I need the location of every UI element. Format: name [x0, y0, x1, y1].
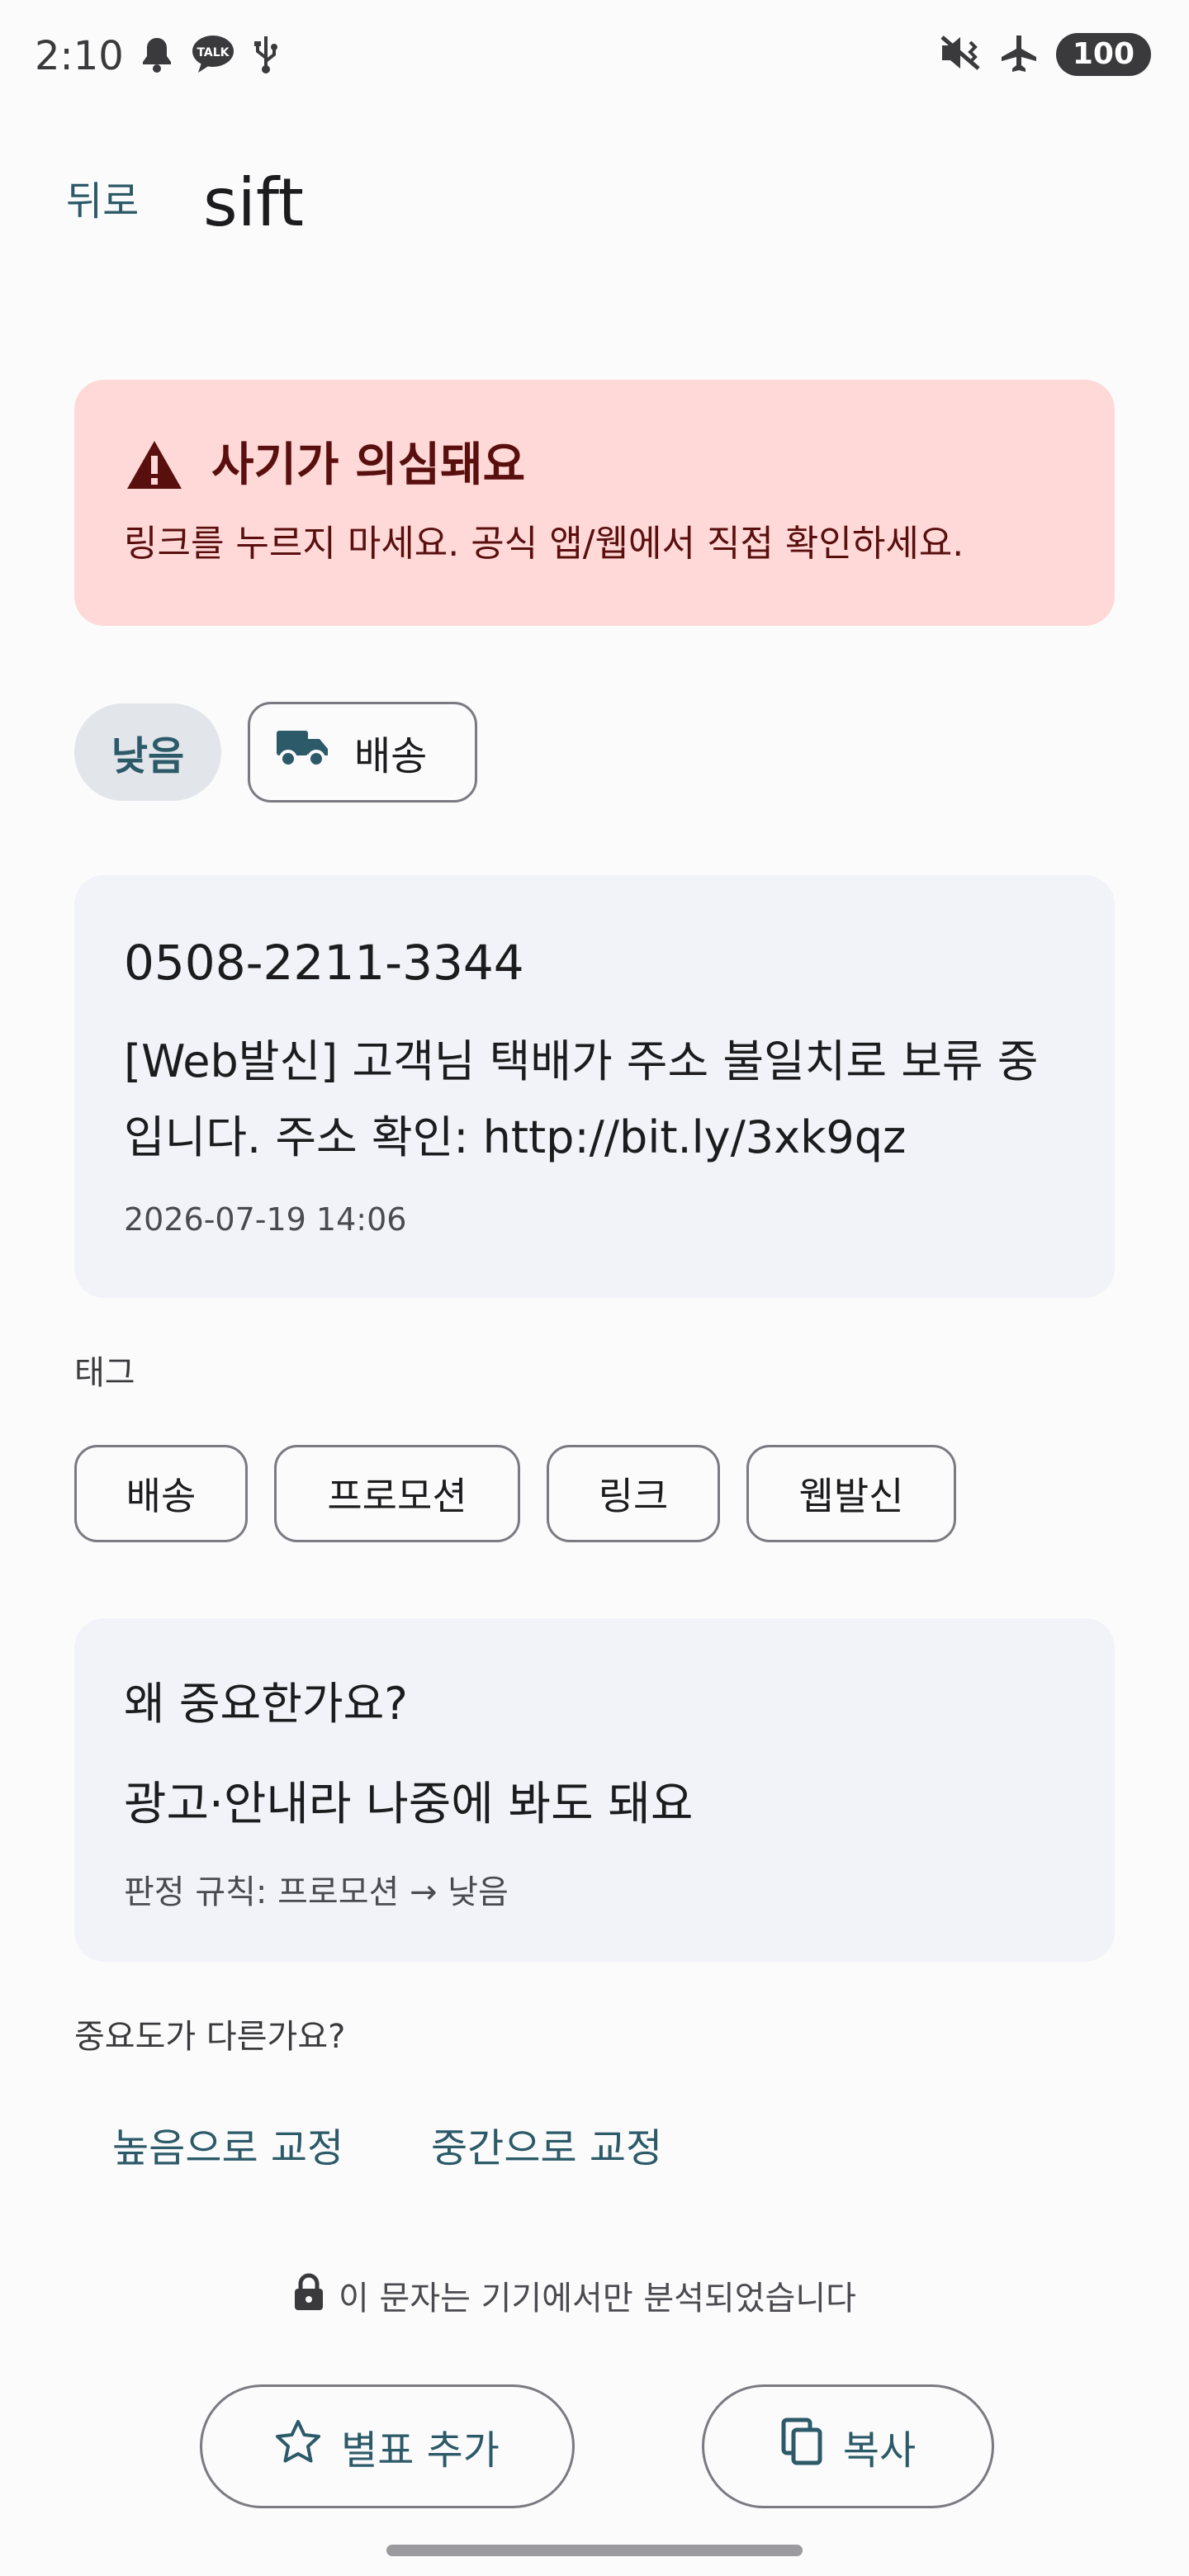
bookmark-label: 별표 추가: [341, 2427, 500, 2474]
usb-icon: [253, 35, 279, 78]
status-right: 100: [939, 33, 1151, 76]
bell-icon: [140, 36, 173, 76]
kakaotalk-icon: TALK: [192, 35, 234, 78]
alert-title: 사기가 의심돼요: [211, 438, 526, 492]
status-left-icons: TALK: [140, 35, 279, 78]
truck-icon: [275, 726, 329, 779]
message-timestamp: 2026-07-19 14:06: [124, 1201, 407, 1238]
scam-alert-banner: 사기가 의심돼요 링크를 누르지 마세요. 공식 앱/웹에서 직접 확인하세요.: [74, 380, 1115, 626]
message-body: [Web발신] 고객님 택배가 주소 불일치로 보류 중입니다. 주소 확인: …: [124, 1035, 1039, 1163]
warning-icon: [126, 439, 183, 494]
category-chip[interactable]: 배송: [248, 702, 477, 803]
tags-label: 태그: [74, 1354, 135, 1392]
back-button[interactable]: 뒤로: [66, 177, 139, 226]
correct-to-medium-button[interactable]: 중간으로 교정: [431, 2122, 662, 2175]
tag-chip[interactable]: 프로모션: [274, 1445, 520, 1542]
airplane-icon: [1000, 34, 1038, 75]
why-title: 왜 중요한가요?: [124, 1678, 408, 1730]
message-card: 0508-2211-3344 [Web발신] 고객님 택배가 주소 불일치로 보…: [74, 875, 1115, 1298]
importance-level-chip: 낮음: [74, 703, 221, 801]
page-title: sift: [203, 164, 305, 241]
correct-to-high-button[interactable]: 높음으로 교정: [112, 2122, 343, 2175]
status-time: 2:10: [35, 33, 124, 79]
category-label: 배송: [354, 733, 428, 779]
tag-chip[interactable]: 웹발신: [746, 1445, 956, 1542]
home-indicator[interactable]: [386, 2545, 803, 2556]
bookmark-button[interactable]: 별표 추가: [200, 2384, 575, 2508]
lock-icon: [292, 2272, 325, 2324]
why-rule: 판정 규칙: 프로모션 → 낮음: [124, 1873, 509, 1911]
why-important-card: 왜 중요한가요? 광고·안내라 나중에 봐도 돼요 판정 규칙: 프로모션 → …: [74, 1618, 1115, 1962]
vibrate-mute-icon: [939, 34, 982, 75]
svg-text:TALK: TALK: [197, 46, 230, 59]
battery-indicator: 100: [1055, 33, 1151, 76]
correction-question: 중요도가 다른가요?: [74, 2018, 346, 2056]
copy-button[interactable]: 복사: [702, 2384, 994, 2508]
tag-chip[interactable]: 링크: [547, 1445, 720, 1542]
message-sender: 0508-2211-3344: [124, 935, 524, 991]
copy-label: 복사: [842, 2427, 917, 2474]
tag-chip[interactable]: 배송: [74, 1445, 248, 1542]
privacy-note: 이 문자는 기기에서만 분석되었습니다: [292, 2272, 856, 2324]
alert-body: 링크를 누르지 마세요. 공식 앱/웹에서 직접 확인하세요.: [124, 523, 964, 565]
star-icon: [275, 2419, 321, 2474]
privacy-text: 이 문자는 기기에서만 분석되었습니다: [339, 2279, 856, 2318]
copy-icon: [780, 2417, 823, 2476]
why-reason: 광고·안내라 나중에 봐도 돼요: [124, 1778, 694, 1831]
